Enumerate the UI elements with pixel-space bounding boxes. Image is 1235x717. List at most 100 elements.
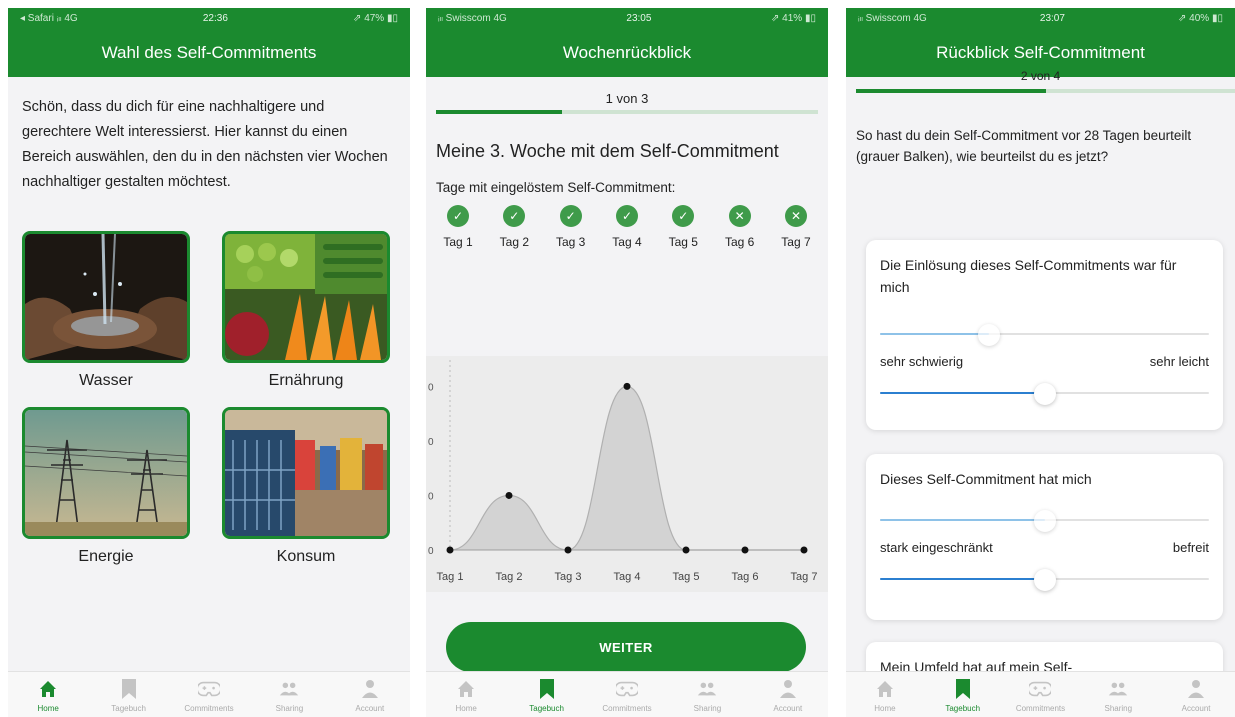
slider-fill [880, 392, 1045, 394]
tab-label: Commitments [184, 704, 234, 713]
tab-account[interactable]: Account [330, 672, 410, 717]
slider-knob [977, 324, 1000, 346]
gamepad-icon [1029, 678, 1052, 700]
tab-home[interactable]: Home [8, 672, 88, 717]
tab-label: Account [355, 704, 385, 713]
previous-rating-slider [880, 510, 1209, 532]
progress-fill [436, 110, 563, 114]
weekly-area-chart: 0 0 0 0 Tag 1 Tag 2 Tag 3 Tag 4 Tag 5 Tag 6 Tag 7 [426, 356, 828, 592]
current-rating-slider[interactable] [880, 569, 1209, 591]
x-tick-label: Tag 1 [437, 571, 464, 583]
category-card-energy[interactable]: Energie [22, 407, 190, 566]
people-icon [278, 678, 300, 700]
tab-label: Tagebuch [945, 704, 981, 713]
category-label: Energie [78, 548, 134, 565]
status-carrier: ᵢₗₗ Swisscom 4G [858, 12, 927, 24]
tab-label: Home [455, 704, 477, 713]
series-area [450, 386, 804, 550]
status-bar: ᵢₗₗ Swisscom 4G 23:05 ⇗ 41% ▮▯ [426, 8, 828, 28]
day-status: ✓ Tag 1 [432, 205, 484, 249]
tab-sharing[interactable]: Sharing [1079, 672, 1157, 717]
status-time: 22:36 [202, 12, 228, 24]
progress-bar [856, 89, 1235, 93]
tab-label: Tagebuch [529, 704, 564, 713]
check-icon: ✓ [559, 205, 582, 227]
status-carrier: ◂ Safari ᵢₗₗ 4G [20, 12, 78, 24]
tab-label: Sharing [275, 704, 304, 713]
tab-home[interactable]: Home [426, 672, 506, 717]
tab-commitments[interactable]: Commitments [169, 672, 249, 717]
status-time: 23:05 [626, 12, 652, 24]
check-icon: ✓ [672, 205, 695, 227]
day-label: Tag 2 [499, 235, 529, 249]
tab-home[interactable]: Home [846, 672, 924, 717]
tab-sharing[interactable]: Sharing [667, 672, 747, 717]
day-status: ✕ Tag 7 [770, 205, 822, 249]
tab-commitments[interactable]: Commitments [1002, 672, 1080, 717]
weiter-button[interactable]: WEITER [446, 622, 806, 672]
tab-tagebuch[interactable]: Tagebuch [88, 672, 168, 717]
day-status: ✓ Tag 2 [488, 205, 540, 249]
progress-label: 2 von 4 [1020, 69, 1061, 83]
energy-image [22, 407, 190, 539]
day-status: ✓ Tag 5 [657, 205, 709, 249]
tab-label: Commitments [1015, 704, 1066, 713]
y-tick-label: 0 [428, 437, 434, 448]
status-time: 23:07 [1039, 12, 1065, 24]
status-battery: ⇗ 47% ▮▯ [353, 12, 398, 24]
data-point [623, 382, 631, 390]
cross-icon: ✕ [784, 205, 807, 227]
tab-account[interactable]: Account [748, 672, 828, 717]
tab-tagebuch[interactable]: Tagebuch [506, 672, 586, 717]
slider-knob[interactable] [1033, 569, 1056, 591]
y-tick-label: 0 [428, 382, 434, 393]
y-tick-label: 0 [428, 546, 434, 557]
category-card-consumption[interactable]: Konsum [222, 407, 390, 566]
status-bar: ◂ Safari ᵢₗₗ 4G 22:36 ⇗ 47% ▮▯ [8, 8, 410, 28]
cross-icon: ✕ [728, 205, 751, 227]
people-icon [696, 678, 718, 700]
scale-max-label: sehr leicht [1149, 354, 1209, 369]
phone-screen-self-commitment-choice: ◂ Safari ᵢₗₗ 4G 22:36 ⇗ 47% ▮▯ Wahl des … [8, 8, 410, 717]
gamepad-icon [198, 678, 221, 700]
question-text: Die Einlösung dieses Self-Commitments wa… [880, 257, 1177, 295]
tab-sharing[interactable]: Sharing [249, 672, 329, 717]
current-rating-slider[interactable] [880, 383, 1209, 405]
day-status: ✕ Tag 6 [714, 205, 766, 249]
slider-knob[interactable] [1033, 383, 1056, 405]
x-tick-label: Tag 3 [555, 571, 582, 583]
water-image [22, 231, 190, 363]
phone-screen-weekly-review: ᵢₗₗ Swisscom 4G 23:05 ⇗ 41% ▮▯ Wochenrüc… [426, 8, 828, 717]
tab-label: Home [37, 704, 59, 713]
person-icon [1185, 678, 1207, 700]
week-title: Meine 3. Woche mit dem Self-Commitment [436, 141, 779, 161]
people-icon [1107, 678, 1129, 700]
data-point [682, 546, 690, 554]
question-text: Dieses Self-Commitment hat mich [880, 471, 1092, 487]
bookmark-icon [118, 678, 140, 700]
category-card-food[interactable]: Ernährung [222, 231, 390, 390]
day-label: Tag 3 [555, 235, 586, 249]
scale-labels: sehr schwierig sehr leicht [880, 354, 1209, 369]
status-bar: ᵢₗₗ Swisscom 4G 23:07 ⇗ 40% ▮▯ [846, 8, 1235, 28]
tab-label: Account [1181, 704, 1211, 713]
person-icon [359, 678, 381, 700]
intro-text: Schön, dass du dich für eine nachhaltige… [22, 99, 388, 190]
tab-label: Tagebuch [111, 704, 146, 713]
day-label: Tag 7 [781, 235, 811, 249]
data-point [446, 546, 454, 554]
tab-tagebuch[interactable]: Tagebuch [924, 672, 1002, 717]
slider-fill [880, 333, 989, 335]
tab-label: Account [773, 704, 803, 713]
tab-account[interactable]: Account [1157, 672, 1235, 717]
tab-label: Commitments [602, 704, 652, 713]
tab-bar: Home Tagebuch Commitments Sharing Account [426, 671, 828, 717]
tab-commitments[interactable]: Commitments [587, 672, 667, 717]
bookmark-icon [952, 678, 974, 700]
tab-bar: Home Tagebuch Commitments Sharing Account [846, 671, 1235, 717]
day-label: Tag 6 [724, 235, 755, 249]
food-image [222, 231, 390, 363]
status-carrier: ᵢₗₗ Swisscom 4G [438, 12, 507, 24]
progress-fill [856, 89, 1046, 93]
category-card-water[interactable]: Wasser [22, 231, 190, 390]
